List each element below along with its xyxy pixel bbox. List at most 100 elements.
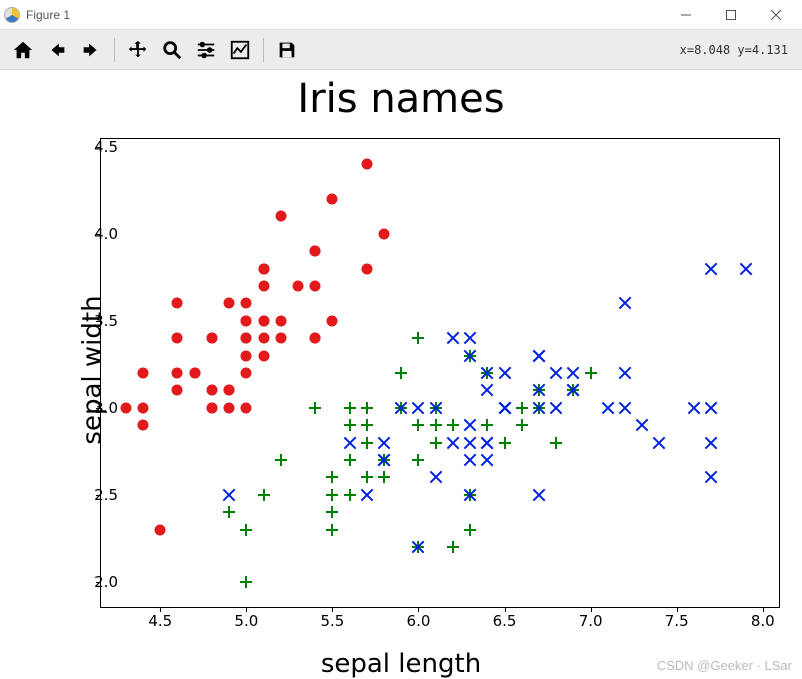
- x-tick-label: 7.5: [665, 612, 689, 630]
- data-point-virginica: [464, 350, 476, 362]
- data-point-versicolor: [344, 489, 356, 501]
- data-point-versicolor: [240, 576, 252, 588]
- data-point-virginica: [430, 402, 442, 414]
- data-point-virginica: [481, 454, 493, 466]
- data-point-versicolor: [395, 367, 407, 379]
- home-button[interactable]: [8, 35, 38, 65]
- data-point-virginica: [636, 419, 648, 431]
- watermark: CSDN @Geeker · LSar: [657, 658, 792, 673]
- data-point-setosa: [155, 524, 166, 535]
- data-point-setosa: [361, 159, 372, 170]
- data-point-setosa: [224, 385, 235, 396]
- data-point-setosa: [275, 333, 286, 344]
- data-point-versicolor: [447, 419, 459, 431]
- x-tick-label: 5.5: [320, 612, 344, 630]
- data-point-versicolor: [309, 402, 321, 414]
- plot-box: [100, 138, 780, 608]
- configure-subplots-button[interactable]: [191, 35, 221, 65]
- data-point-virginica: [705, 471, 717, 483]
- toolbar-separator: [114, 38, 115, 62]
- data-point-setosa: [310, 246, 321, 257]
- data-point-virginica: [705, 263, 717, 275]
- x-tick-label: 6.5: [493, 612, 517, 630]
- data-point-versicolor: [344, 419, 356, 431]
- data-point-versicolor: [326, 506, 338, 518]
- cursor-coordinates: x=8.048 y=4.131: [680, 43, 794, 57]
- data-point-versicolor: [361, 471, 373, 483]
- data-point-virginica: [653, 437, 665, 449]
- data-point-setosa: [241, 315, 252, 326]
- data-point-virginica: [533, 384, 545, 396]
- data-point-virginica: [378, 437, 390, 449]
- edit-axis-button[interactable]: [225, 35, 255, 65]
- data-point-virginica: [533, 489, 545, 501]
- back-button[interactable]: [42, 35, 72, 65]
- data-point-virginica: [464, 419, 476, 431]
- data-point-setosa: [241, 368, 252, 379]
- data-point-setosa: [327, 193, 338, 204]
- data-point-versicolor: [430, 419, 442, 431]
- data-point-versicolor: [430, 437, 442, 449]
- data-point-virginica: [464, 454, 476, 466]
- data-point-setosa: [275, 211, 286, 222]
- data-point-setosa: [241, 298, 252, 309]
- chart-area[interactable]: Iris names sepal width sepal length 2.02…: [0, 70, 802, 679]
- pan-button[interactable]: [123, 35, 153, 65]
- data-point-virginica: [464, 489, 476, 501]
- forward-button[interactable]: [76, 35, 106, 65]
- data-point-virginica: [499, 402, 511, 414]
- data-point-virginica: [619, 402, 631, 414]
- data-point-virginica: [550, 402, 562, 414]
- data-point-virginica: [464, 332, 476, 344]
- data-point-virginica: [447, 332, 459, 344]
- data-point-setosa: [379, 228, 390, 239]
- data-point-versicolor: [258, 489, 270, 501]
- data-point-versicolor: [326, 489, 338, 501]
- data-point-versicolor: [361, 419, 373, 431]
- data-point-virginica: [619, 367, 631, 379]
- data-point-setosa: [189, 368, 200, 379]
- data-point-versicolor: [412, 454, 424, 466]
- data-point-setosa: [138, 402, 149, 413]
- data-point-versicolor: [464, 524, 476, 536]
- data-point-versicolor: [550, 437, 562, 449]
- data-point-setosa: [138, 420, 149, 431]
- x-tick-label: 6.0: [407, 612, 431, 630]
- data-point-setosa: [224, 298, 235, 309]
- data-point-setosa: [258, 263, 269, 274]
- data-point-versicolor: [516, 419, 528, 431]
- data-point-virginica: [395, 402, 407, 414]
- x-tick-label: 4.5: [148, 612, 172, 630]
- data-point-virginica: [567, 367, 579, 379]
- data-point-virginica: [378, 454, 390, 466]
- data-point-virginica: [481, 384, 493, 396]
- toolbar-separator: [263, 38, 264, 62]
- window-titlebar: Figure 1: [0, 0, 802, 30]
- data-point-setosa: [206, 402, 217, 413]
- data-point-virginica: [481, 367, 493, 379]
- data-point-setosa: [241, 402, 252, 413]
- data-point-versicolor: [516, 402, 528, 414]
- data-point-virginica: [412, 541, 424, 553]
- data-point-setosa: [172, 368, 183, 379]
- data-point-versicolor: [275, 454, 287, 466]
- data-point-setosa: [258, 350, 269, 361]
- data-point-virginica: [619, 297, 631, 309]
- data-point-virginica: [223, 489, 235, 501]
- window-maximize-button[interactable]: [708, 0, 753, 30]
- save-button[interactable]: [272, 35, 302, 65]
- data-point-versicolor: [361, 437, 373, 449]
- data-point-virginica: [447, 437, 459, 449]
- data-point-virginica: [499, 367, 511, 379]
- zoom-button[interactable]: [157, 35, 187, 65]
- data-point-virginica: [344, 437, 356, 449]
- data-point-virginica: [430, 471, 442, 483]
- window-minimize-button[interactable]: [663, 0, 708, 30]
- data-point-virginica: [533, 402, 545, 414]
- data-point-virginica: [533, 350, 545, 362]
- data-point-virginica: [705, 437, 717, 449]
- window-close-button[interactable]: [753, 0, 798, 30]
- data-point-setosa: [275, 315, 286, 326]
- data-point-versicolor: [412, 419, 424, 431]
- data-point-versicolor: [326, 524, 338, 536]
